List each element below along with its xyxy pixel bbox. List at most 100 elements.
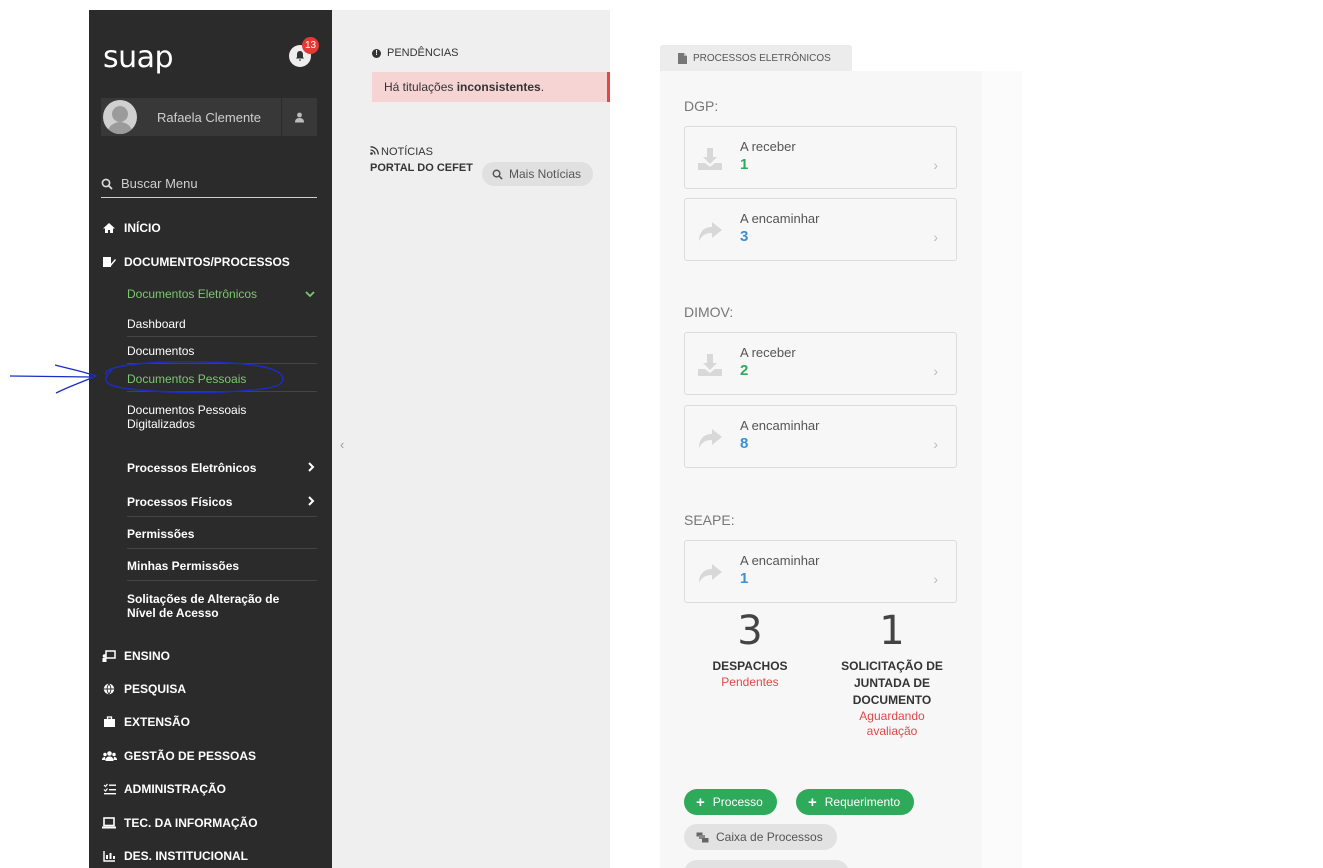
chevron-right-icon: › (933, 436, 938, 452)
mais-noticias-button[interactable]: Mais Notícias (482, 162, 594, 186)
menu-des-institucional[interactable]: DES. INSTITUCIONAL (101, 846, 248, 866)
alert-suffix: . (540, 80, 545, 94)
share-arrow-icon (699, 564, 722, 583)
menu-label: ADMINISTRAÇÃO (124, 782, 226, 796)
submenu-label: Documentos Pessoais (127, 372, 247, 386)
additional-button[interactable] (684, 860, 849, 868)
globe-icon (101, 682, 117, 696)
caixa-processos-button[interactable]: Caixa de Processos (684, 824, 837, 850)
inbox-icon (696, 832, 709, 842)
section-label-dgp: DGP: (684, 98, 719, 114)
stat-despachos[interactable]: 3 DESPACHOS Pendentes (690, 608, 810, 690)
submenu-label: Dashboard (127, 317, 186, 331)
alert-prefix: Há titulações (384, 80, 457, 94)
file-icon (678, 52, 687, 64)
collapse-chevron-icon[interactable]: ‹ (340, 437, 344, 452)
stat-label: SOLICITAÇÃO DE JUNTADA DE DOCUMENTO (841, 659, 943, 707)
menu-tec-informacao[interactable]: TEC. DA INFORMAÇÃO (101, 813, 258, 833)
card-seape-a-encaminhar[interactable]: A encaminhar 1 › (684, 540, 957, 603)
chart-icon (101, 849, 117, 863)
rss-icon (370, 146, 379, 155)
card-count: 2 (740, 362, 749, 379)
card-label: A encaminhar (740, 211, 820, 226)
add-processo-button[interactable]: + Processo (684, 789, 777, 815)
menu-label: TEC. DA INFORMAÇÃO (124, 816, 258, 830)
chevron-right-icon: › (933, 157, 938, 173)
submenu-dashboard[interactable]: Dashboard (127, 317, 317, 337)
button-label: Caixa de Processos (716, 830, 823, 844)
search-icon (492, 169, 503, 180)
avatar (103, 100, 137, 134)
card-count: 1 (740, 570, 749, 587)
plus-icon: + (696, 793, 705, 811)
users-icon (101, 749, 117, 763)
card-count: 3 (740, 228, 749, 245)
processos-panel (660, 71, 982, 868)
profile-button[interactable] (281, 98, 317, 136)
submenu-processos-fisicos[interactable]: Processos Físicos (127, 495, 317, 517)
menu-pesquisa[interactable]: PESQUISA (101, 679, 186, 699)
card-dgp-a-receber[interactable]: A receber 1 › (684, 126, 957, 189)
submenu-label: Processos Eletrônicos (127, 461, 257, 475)
username[interactable]: Rafaela Clemente (137, 110, 281, 125)
chevron-right-icon (307, 495, 315, 509)
submenu-documentos-pessoais[interactable]: Documentos Pessoais (127, 372, 317, 392)
card-dimov-a-encaminhar[interactable]: A encaminhar 8 › (684, 405, 957, 468)
pendencias-title: PENDÊNCIAS (387, 47, 459, 59)
chevron-right-icon: › (933, 571, 938, 587)
search-input[interactable] (121, 176, 301, 191)
submenu-label: Documentos Eletrônicos (127, 287, 258, 301)
download-icon (698, 354, 722, 376)
menu-label: GESTÃO DE PESSOAS (124, 749, 257, 763)
mais-noticias-label: Mais Notícias (509, 167, 582, 181)
menu-label: EXTENSÃO (124, 715, 191, 729)
home-icon (101, 221, 117, 235)
stat-status: Pendentes (721, 675, 779, 689)
noticias-source: PORTAL DO CEFET (370, 162, 473, 174)
button-label: Processo (712, 795, 763, 809)
card-dgp-a-encaminhar[interactable]: A encaminhar 3 › (684, 198, 957, 261)
presentation-icon (101, 649, 117, 663)
middle-column: ! PENDÊNCIAS Há titulações inconsistente… (332, 10, 610, 868)
stat-number: 1 (879, 608, 905, 654)
share-arrow-icon (699, 429, 722, 448)
menu-gestao-pessoas[interactable]: GESTÃO DE PESSOAS (101, 746, 256, 766)
app-root: suap 13 Rafaela Clemente INÍCIO DOCUMENT… (0, 0, 1323, 868)
submenu-documentos-pessoais-digitalizados[interactable]: Documentos Pessoais Digitalizados (127, 403, 287, 431)
pendencia-alert[interactable]: Há titulações inconsistentes. (372, 72, 610, 102)
tab-processos-eletronicos[interactable]: PROCESSOS ELETRÔNICOS (660, 45, 852, 71)
menu-inicio[interactable]: INÍCIO (101, 218, 161, 238)
user-box[interactable]: Rafaela Clemente (101, 98, 317, 136)
stat-solicitacao-juntada[interactable]: 1 SOLICITAÇÃO DE JUNTADA DE DOCUMENTO Ag… (830, 608, 954, 739)
submenu-processos-eletronicos[interactable]: Processos Eletrônicos (127, 461, 317, 481)
menu-label: INÍCIO (124, 221, 161, 235)
menu-ensino[interactable]: ENSINO (101, 646, 170, 666)
add-requerimento-button[interactable]: + Requerimento (796, 789, 915, 815)
logo[interactable]: suap (103, 40, 174, 75)
submenu-documentos[interactable]: Documentos (127, 344, 317, 364)
menu-documentos-processos[interactable]: DOCUMENTOS/PROCESSOS (101, 252, 290, 272)
submenu-label: Permissões (127, 527, 195, 541)
noticias-header: NOTÍCIAS (370, 146, 433, 158)
menu-search (101, 170, 317, 198)
chevron-down-icon (305, 287, 315, 301)
panel-edge (982, 71, 1022, 868)
submenu-documentos-eletronicos[interactable]: Documentos Eletrônicos (127, 287, 317, 305)
briefcase-icon (101, 715, 117, 729)
submenu-label: Documentos Pessoais Digitalizados (127, 403, 247, 431)
submenu-minhas-permissoes[interactable]: Minhas Permissões (127, 559, 317, 581)
menu-extensao[interactable]: EXTENSÃO (101, 712, 190, 732)
card-dimov-a-receber[interactable]: A receber 2 › (684, 332, 957, 395)
notification-badge: 13 (302, 37, 320, 54)
menu-label: PESQUISA (124, 682, 187, 696)
search-icon (101, 178, 113, 190)
plus-icon: + (808, 793, 817, 811)
menu-label: DOCUMENTOS/PROCESSOS (124, 255, 290, 269)
chevron-right-icon (307, 461, 315, 475)
button-label: Requerimento (824, 795, 901, 809)
submenu-solicitacoes[interactable]: Solitações de Alteração de Nível de Aces… (127, 592, 307, 620)
menu-administracao[interactable]: ADMINISTRAÇÃO (101, 779, 226, 799)
card-label: A receber (740, 139, 796, 154)
document-edit-icon (101, 255, 117, 269)
submenu-permissoes[interactable]: Permissões (127, 527, 317, 549)
